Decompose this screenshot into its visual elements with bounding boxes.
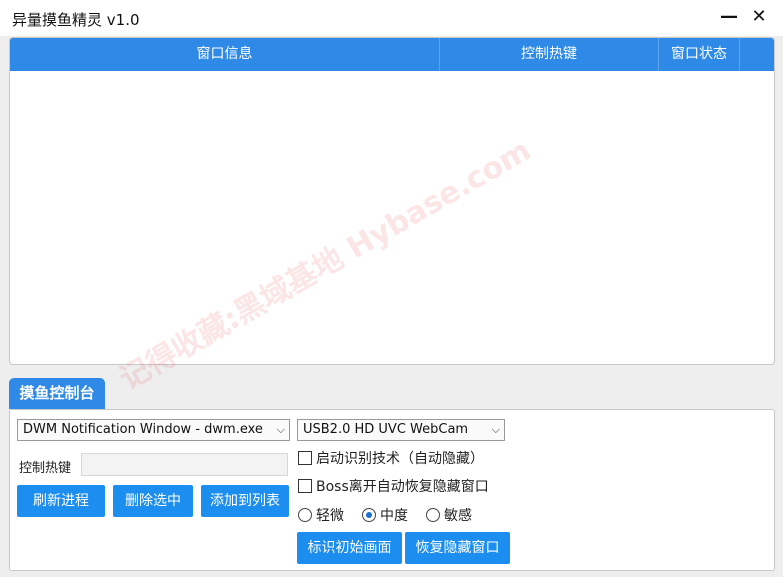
radio-label: 轻微 (316, 508, 344, 524)
column-header-status[interactable]: 窗口状态 (659, 38, 740, 71)
hotkey-input[interactable] (81, 453, 288, 476)
restore-hidden-windows-button[interactable]: 恢复隐藏窗口 (405, 532, 510, 564)
auto-restore-checkbox[interactable]: Boss离开自动恢复隐藏窗口 (298, 478, 489, 498)
window-title: 异量摸鱼精灵 v1.0 (12, 11, 140, 29)
radio-sensitive[interactable]: 敏感 (426, 505, 472, 525)
checkbox-label: 启动识别技术（自动隐藏） (316, 451, 484, 467)
checkbox-box[interactable] (298, 479, 312, 493)
checkbox-label: Boss离开自动恢复隐藏窗口 (316, 479, 489, 495)
console-panel: DWM Notification Window - dwm.exe ⌵ USB2… (9, 409, 775, 571)
list-header: 窗口信息 控制热键 窗口状态 (10, 38, 774, 71)
window-list[interactable]: 窗口信息 控制热键 窗口状态 (9, 37, 775, 365)
column-header-window-info[interactable]: 窗口信息 (10, 38, 440, 71)
delete-selected-button[interactable]: 删除选中 (113, 485, 193, 517)
refresh-process-button[interactable]: 刷新进程 (17, 485, 105, 517)
radio-light[interactable]: 轻微 (298, 505, 344, 525)
checkbox-box[interactable] (298, 451, 312, 465)
tab-console[interactable]: 摸鱼控制台 (9, 378, 105, 409)
chevron-down-icon: ⌵ (276, 423, 285, 436)
enable-recognition-checkbox[interactable]: 启动识别技术（自动隐藏） (298, 450, 484, 470)
chevron-down-icon: ⌵ (491, 423, 500, 436)
process-select-value: DWM Notification Window - dwm.exe (23, 422, 263, 437)
camera-select[interactable]: USB2.0 HD UVC WebCam ⌵ (297, 419, 505, 441)
column-header-hotkey[interactable]: 控制热键 (440, 38, 659, 71)
hotkey-label: 控制热键 (19, 461, 72, 476)
radio-circle[interactable] (362, 508, 376, 522)
radio-circle[interactable] (298, 508, 312, 522)
mark-initial-screen-button[interactable]: 标识初始画面 (297, 532, 402, 564)
radio-medium[interactable]: 中度 (362, 505, 408, 525)
title-bar: 异量摸鱼精灵 v1.0 — ✕ (0, 0, 783, 36)
process-select[interactable]: DWM Notification Window - dwm.exe ⌵ (17, 419, 290, 441)
camera-select-value: USB2.0 HD UVC WebCam (303, 422, 469, 437)
add-to-list-button[interactable]: 添加到列表 (201, 485, 289, 517)
radio-label: 中度 (380, 508, 408, 524)
radio-label: 敏感 (444, 508, 472, 524)
minimize-icon[interactable]: — (716, 4, 742, 30)
close-icon[interactable]: ✕ (746, 4, 772, 30)
radio-circle[interactable] (426, 508, 440, 522)
